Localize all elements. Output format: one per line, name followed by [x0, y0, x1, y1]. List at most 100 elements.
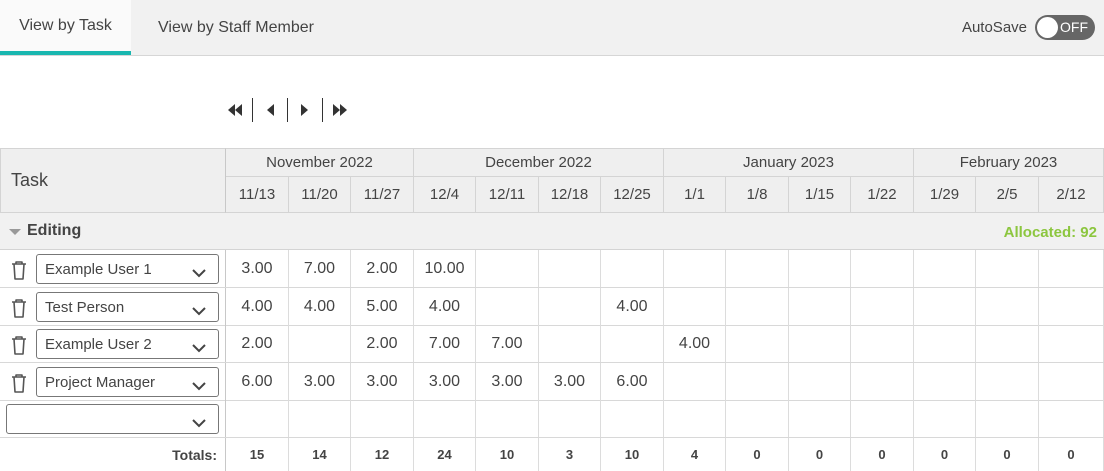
new-staff-row [0, 400, 1104, 438]
hours-cell[interactable]: 7.00 [414, 325, 476, 362]
hours-cell[interactable]: 3.00 [414, 363, 476, 400]
hours-cell[interactable] [914, 363, 976, 400]
trash-icon[interactable] [10, 298, 28, 318]
autosave-toggle[interactable]: OFF [1035, 15, 1095, 40]
hours-cell[interactable] [1039, 288, 1104, 325]
hours-cell[interactable] [789, 325, 851, 362]
hours-cell[interactable]: 3.00 [226, 250, 289, 287]
hours-cell[interactable] [976, 325, 1039, 362]
hours-cell[interactable]: 4.00 [289, 288, 351, 325]
hours-cell[interactable]: 6.00 [601, 363, 664, 400]
last-page-button[interactable] [329, 98, 351, 122]
staff-select[interactable]: Example User 2 [36, 329, 219, 359]
hours-cell[interactable]: 2.00 [351, 325, 414, 362]
pager-divider [322, 98, 323, 122]
hours-cell[interactable]: 4.00 [601, 288, 664, 325]
hours-cell[interactable]: 2.00 [351, 250, 414, 287]
trash-icon[interactable] [10, 335, 28, 355]
hours-cell[interactable]: 7.00 [289, 250, 351, 287]
hours-cell[interactable]: 2.00 [226, 325, 289, 362]
hours-cell[interactable]: 3.00 [476, 363, 539, 400]
next-page-button[interactable] [294, 98, 316, 122]
hours-cell[interactable] [601, 250, 664, 287]
tab-view-by-task[interactable]: View by Task [0, 0, 131, 55]
chevron-down-icon [192, 340, 206, 353]
hours-cell[interactable] [476, 288, 539, 325]
hours-cell[interactable]: 7.00 [476, 325, 539, 362]
hours-cell[interactable] [539, 250, 601, 287]
hours-cell[interactable] [914, 325, 976, 362]
hours-cell[interactable] [851, 250, 914, 287]
hours-cell[interactable] [664, 288, 726, 325]
hours-cell[interactable] [601, 400, 664, 437]
hours-cell[interactable] [976, 250, 1039, 287]
staff-select[interactable]: Project Manager [36, 367, 219, 397]
week-header: 12/4 [414, 176, 476, 213]
hours-cell[interactable] [789, 250, 851, 287]
hours-cell[interactable] [789, 363, 851, 400]
first-page-button[interactable] [224, 98, 246, 122]
hours-cell[interactable] [726, 325, 789, 362]
staff-select[interactable]: Test Person [36, 292, 219, 322]
hours-cell[interactable]: 4.00 [664, 325, 726, 362]
hours-cell[interactable] [726, 363, 789, 400]
staff-cell: Test Person [0, 288, 226, 325]
month-header: January 2023 [664, 148, 914, 177]
hours-cell[interactable] [414, 400, 476, 437]
staff-row: Example User 2 2.00 2.00 7.00 7.00 4.00 [0, 325, 1104, 363]
hours-cell[interactable] [664, 363, 726, 400]
hours-cell[interactable] [914, 288, 976, 325]
hours-cell[interactable] [351, 400, 414, 437]
hours-cell[interactable] [289, 325, 351, 362]
hours-cell[interactable] [1039, 325, 1104, 362]
collapse-caret-icon[interactable] [9, 229, 21, 235]
hours-cell[interactable] [976, 400, 1039, 437]
hours-cell[interactable] [726, 288, 789, 325]
hours-cell[interactable] [976, 363, 1039, 400]
hours-cell[interactable] [726, 250, 789, 287]
hours-cell[interactable] [1039, 250, 1104, 287]
hours-cell[interactable]: 3.00 [351, 363, 414, 400]
hours-cell[interactable]: 5.00 [351, 288, 414, 325]
hours-cell[interactable]: 4.00 [226, 288, 289, 325]
hours-cell[interactable] [726, 400, 789, 437]
hours-cell[interactable] [664, 250, 726, 287]
hours-cell[interactable] [789, 288, 851, 325]
total-cell: 3 [539, 438, 601, 471]
hours-cell[interactable] [976, 288, 1039, 325]
hours-cell[interactable] [226, 400, 289, 437]
hours-cell[interactable] [851, 400, 914, 437]
staff-select[interactable]: Example User 1 [36, 254, 219, 284]
hours-cell[interactable]: 10.00 [414, 250, 476, 287]
hours-cell[interactable] [476, 400, 539, 437]
hours-cell[interactable] [851, 363, 914, 400]
trash-icon[interactable] [10, 373, 28, 393]
trash-icon[interactable] [10, 260, 28, 280]
hours-cell[interactable] [851, 288, 914, 325]
hours-cell[interactable]: 3.00 [539, 363, 601, 400]
tab-view-by-staff-member[interactable]: View by Staff Member [131, 0, 341, 55]
hours-cell[interactable] [851, 325, 914, 362]
hours-cell[interactable] [664, 400, 726, 437]
first-page-icon [228, 104, 242, 116]
hours-cell[interactable] [476, 250, 539, 287]
hours-cell[interactable] [539, 288, 601, 325]
add-staff-select[interactable] [6, 404, 219, 434]
hours-cell[interactable] [601, 325, 664, 362]
week-header: 12/25 [601, 176, 664, 213]
previous-page-button[interactable] [259, 98, 281, 122]
hours-cell[interactable]: 4.00 [414, 288, 476, 325]
month-header: February 2023 [914, 148, 1104, 177]
staff-cell: Example User 1 [0, 250, 226, 287]
hours-cell[interactable] [914, 250, 976, 287]
week-header: 2/12 [1039, 176, 1104, 213]
hours-cell[interactable]: 6.00 [226, 363, 289, 400]
hours-cell[interactable] [539, 400, 601, 437]
hours-cell[interactable] [289, 400, 351, 437]
hours-cell[interactable] [789, 400, 851, 437]
hours-cell[interactable] [539, 325, 601, 362]
hours-cell[interactable] [1039, 400, 1104, 437]
hours-cell[interactable] [1039, 363, 1104, 400]
hours-cell[interactable]: 3.00 [289, 363, 351, 400]
hours-cell[interactable] [914, 400, 976, 437]
